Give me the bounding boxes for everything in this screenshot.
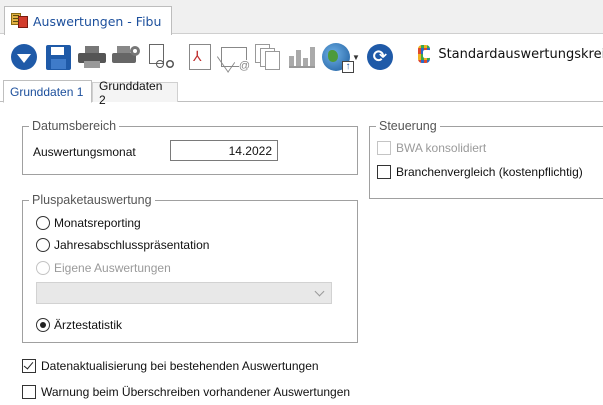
email-icon <box>221 47 250 72</box>
email-button[interactable] <box>218 41 250 73</box>
save-icon <box>45 44 71 70</box>
document-tab[interactable]: Auswertungen - Fibu <box>4 6 172 35</box>
documents-icon <box>255 44 281 70</box>
steuerung-group: Steuerung <box>369 119 603 199</box>
print-setup-button[interactable] <box>110 41 142 73</box>
tab-label: Grunddaten 1 <box>10 84 84 99</box>
warnung-label[interactable]: Warnung beim Überschreiben vorhandener A… <box>41 385 350 399</box>
print-setup-icon <box>112 46 140 68</box>
chevron-down-icon <box>314 286 325 297</box>
checkmark-icon <box>23 359 34 370</box>
aerztestatistik-radio[interactable] <box>36 318 50 332</box>
bwa-konsolidiert-label: BWA konsolidiert <box>396 141 487 155</box>
globe-upload-icon: ↑ <box>322 43 354 73</box>
auswertungsmonat-field[interactable] <box>170 140 278 161</box>
toolbar: ↑ ▼ ⟳ Standardauswertungskreis <box>0 35 603 79</box>
branchenvergleich-checkbox[interactable] <box>377 165 391 179</box>
report-set-selector[interactable]: Standardauswertungskreis <box>412 40 603 68</box>
datenaktualisierung-label[interactable]: Datenaktualisierung bei bestehenden Ausw… <box>41 359 319 373</box>
print-button[interactable] <box>76 41 108 73</box>
datenaktualisierung-checkbox[interactable] <box>22 359 36 373</box>
chart-icon <box>289 46 315 68</box>
warnung-checkbox[interactable] <box>22 385 36 399</box>
globe-upload-button[interactable]: ↑ <box>320 41 354 73</box>
jahresabschluss-radio[interactable] <box>36 238 50 252</box>
print-icon <box>78 46 106 68</box>
app-icon <box>11 13 29 29</box>
inner-tab-bar: Grunddaten 1 Grunddaten 2 <box>0 79 603 107</box>
report-set-icon <box>418 45 432 63</box>
bwa-konsolidiert-checkbox <box>377 141 391 155</box>
monatsreporting-label[interactable]: Monatsreporting <box>54 216 141 230</box>
documents-button[interactable] <box>252 41 284 73</box>
refresh-button[interactable]: ⟳ <box>364 41 396 73</box>
aerztestatistik-label[interactable]: Ärztestatistik <box>54 318 122 332</box>
report-set-value: Standardauswertungskreis <box>438 46 603 62</box>
chart-button[interactable] <box>286 41 318 73</box>
preview-button[interactable] <box>144 41 176 73</box>
eigene-auswertungen-dropdown <box>36 282 332 304</box>
steuerung-legend: Steuerung <box>379 119 437 133</box>
eigene-auswertungen-radio <box>36 261 50 275</box>
jahresabschluss-label[interactable]: Jahresabschlusspräsentation <box>54 238 209 252</box>
tab-label: Grunddaten 2 <box>99 78 163 107</box>
pluspaketauswertung-legend: Pluspaketauswertung <box>32 193 152 207</box>
tab-grunddaten-2[interactable]: Grunddaten 2 <box>92 79 178 107</box>
tab-grunddaten-1[interactable]: Grunddaten 1 <box>3 80 92 103</box>
preview-icon <box>146 44 174 70</box>
save-button[interactable] <box>42 41 74 73</box>
pdf-icon <box>189 44 211 70</box>
refresh-icon: ⟳ <box>366 44 393 70</box>
auswertungsmonat-label: Auswertungsmonat <box>33 145 136 159</box>
pdf-button[interactable] <box>184 41 216 73</box>
eigene-auswertungen-label: Eigene Auswertungen <box>54 261 171 275</box>
branchenvergleich-label[interactable]: Branchenvergleich (kostenpflichtig) <box>396 165 583 179</box>
down-circle-icon <box>11 44 37 70</box>
document-tab-strip: Auswertungen - Fibu <box>0 0 603 35</box>
datumsbereich-legend: Datumsbereich <box>32 119 117 133</box>
document-tab-title: Auswertungen - Fibu <box>33 13 162 29</box>
down-circle-button[interactable] <box>8 41 40 73</box>
monatsreporting-radio[interactable] <box>36 216 50 230</box>
